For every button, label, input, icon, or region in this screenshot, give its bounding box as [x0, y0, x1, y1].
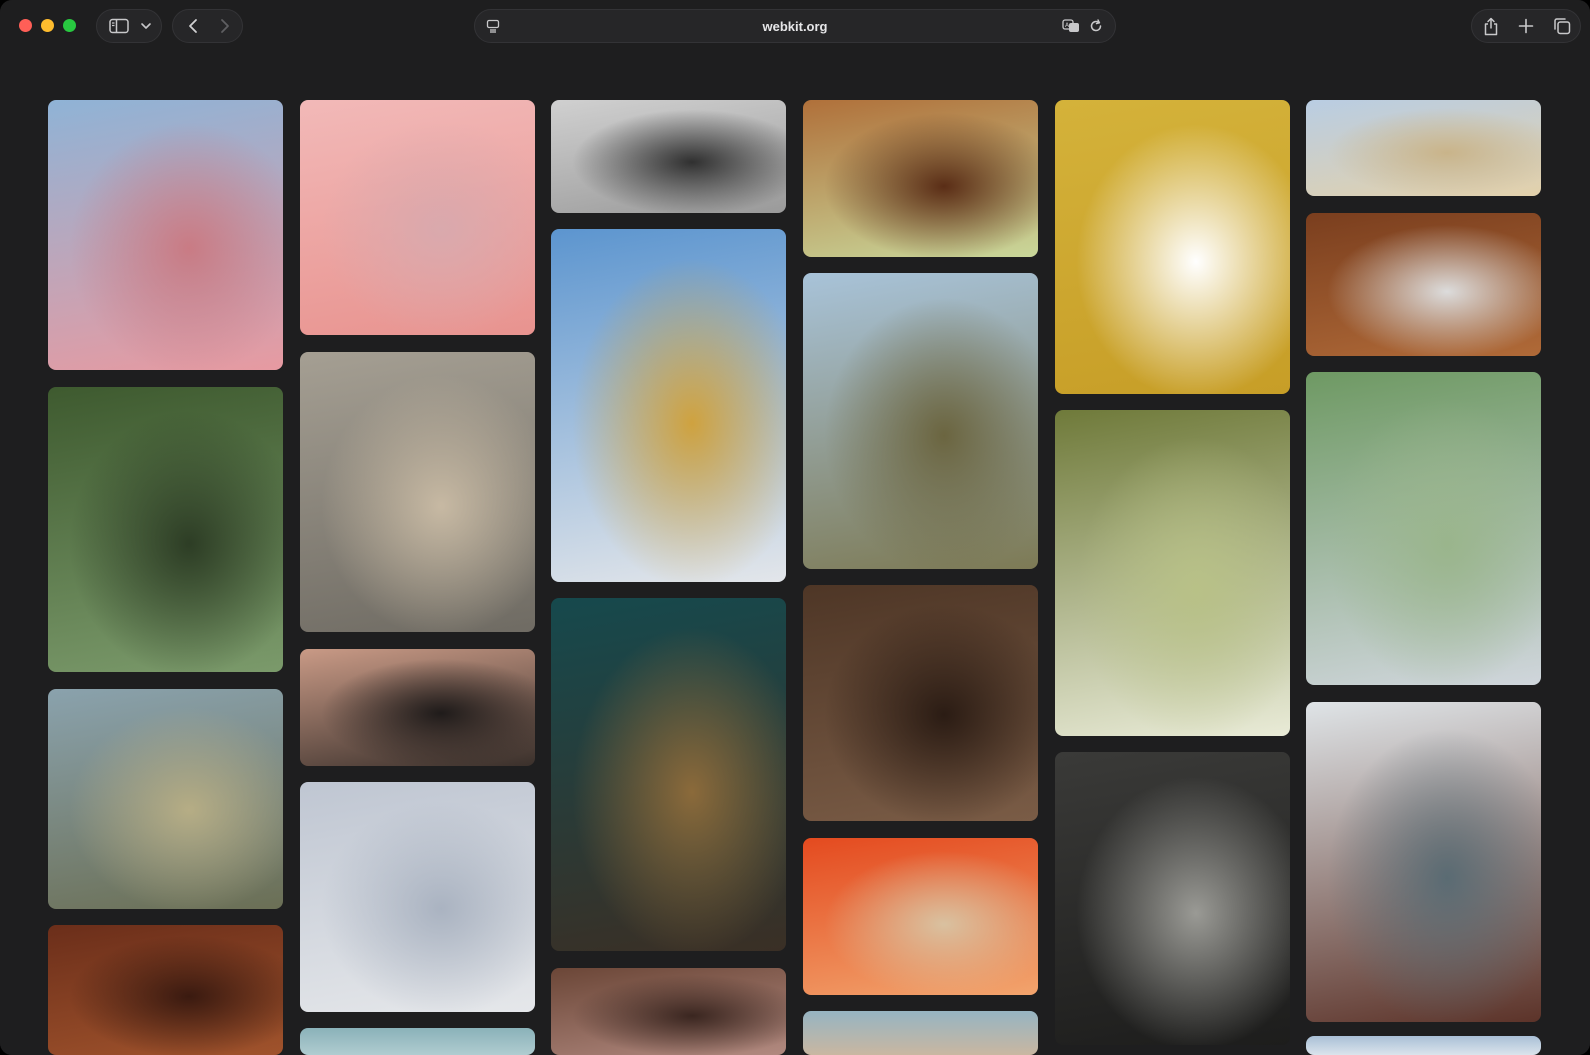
tab-overview-button[interactable] [1546, 10, 1578, 42]
reload-icon [1090, 19, 1102, 32]
sidebar-button[interactable] [105, 10, 133, 42]
back-arrow-icon [189, 19, 197, 33]
forward-button[interactable] [211, 10, 239, 42]
green-house-photo[interactable] [1306, 372, 1541, 685]
share-icon [1484, 17, 1498, 35]
sidebar-icon [109, 18, 129, 34]
translate-icon: A [1062, 19, 1079, 32]
arches-photo[interactable] [551, 968, 786, 1055]
candles-interior-photo[interactable] [551, 598, 786, 951]
daisies-sea-photo[interactable] [48, 689, 283, 909]
ocean-strip-photo[interactable] [300, 1028, 535, 1055]
manhattan-bridge-photo[interactable] [1306, 702, 1541, 1022]
tabs-overview-icon [1554, 18, 1571, 35]
mine-ruin-photo[interactable] [803, 273, 1038, 569]
minimize-window-button[interactable] [41, 19, 54, 32]
ocean-wave-photo[interactable] [300, 352, 535, 632]
back-button[interactable] [179, 10, 207, 42]
share-button[interactable] [1475, 10, 1507, 42]
wooden-door-photo[interactable] [1306, 213, 1541, 356]
toolbar-actions-group [1471, 9, 1581, 43]
chevron-down-icon [141, 23, 151, 29]
sidebar-toggle-group [96, 9, 162, 43]
blue-strip-photo[interactable] [1306, 1036, 1541, 1055]
zoom-window-button[interactable] [63, 19, 76, 32]
hill-chapel-photo[interactable] [551, 100, 786, 213]
pink-hotel-photo[interactable] [48, 100, 283, 370]
white-building-photo[interactable] [551, 229, 786, 582]
navigation-group [172, 9, 243, 43]
dark-office-photo[interactable] [1055, 752, 1290, 1045]
forward-arrow-icon [221, 19, 229, 33]
pink-flower-photo[interactable] [300, 100, 535, 335]
waterfall-photo[interactable] [48, 387, 283, 672]
white-hydrangea-photo[interactable] [1055, 410, 1290, 736]
cafe-chairs-photo[interactable] [803, 100, 1038, 257]
tree-bark-photo[interactable] [803, 585, 1038, 821]
plus-icon [1518, 18, 1534, 34]
beach-strip-photo[interactable] [803, 1011, 1038, 1055]
yellow-plant-photo[interactable] [1055, 100, 1290, 394]
browser-window: webkit.org A [0, 0, 1590, 1055]
browser-toolbar: webkit.org A [0, 0, 1590, 52]
tab-group-menu-button[interactable] [135, 10, 157, 42]
wooden-ceiling-photo[interactable] [48, 925, 283, 1055]
address-bar[interactable]: webkit.org A [474, 9, 1116, 43]
mountain-sunset-photo[interactable] [300, 649, 535, 766]
sand-dune-photo[interactable] [1306, 100, 1541, 196]
translate-button[interactable]: A [1057, 10, 1085, 42]
url-text[interactable]: webkit.org [475, 19, 1115, 34]
new-tab-button[interactable] [1510, 10, 1542, 42]
reload-button[interactable] [1083, 10, 1109, 42]
orange-abstract-photo[interactable] [803, 838, 1038, 995]
page-content [0, 52, 1590, 1055]
white-wall-photo[interactable] [300, 782, 535, 1012]
close-window-button[interactable] [19, 19, 32, 32]
